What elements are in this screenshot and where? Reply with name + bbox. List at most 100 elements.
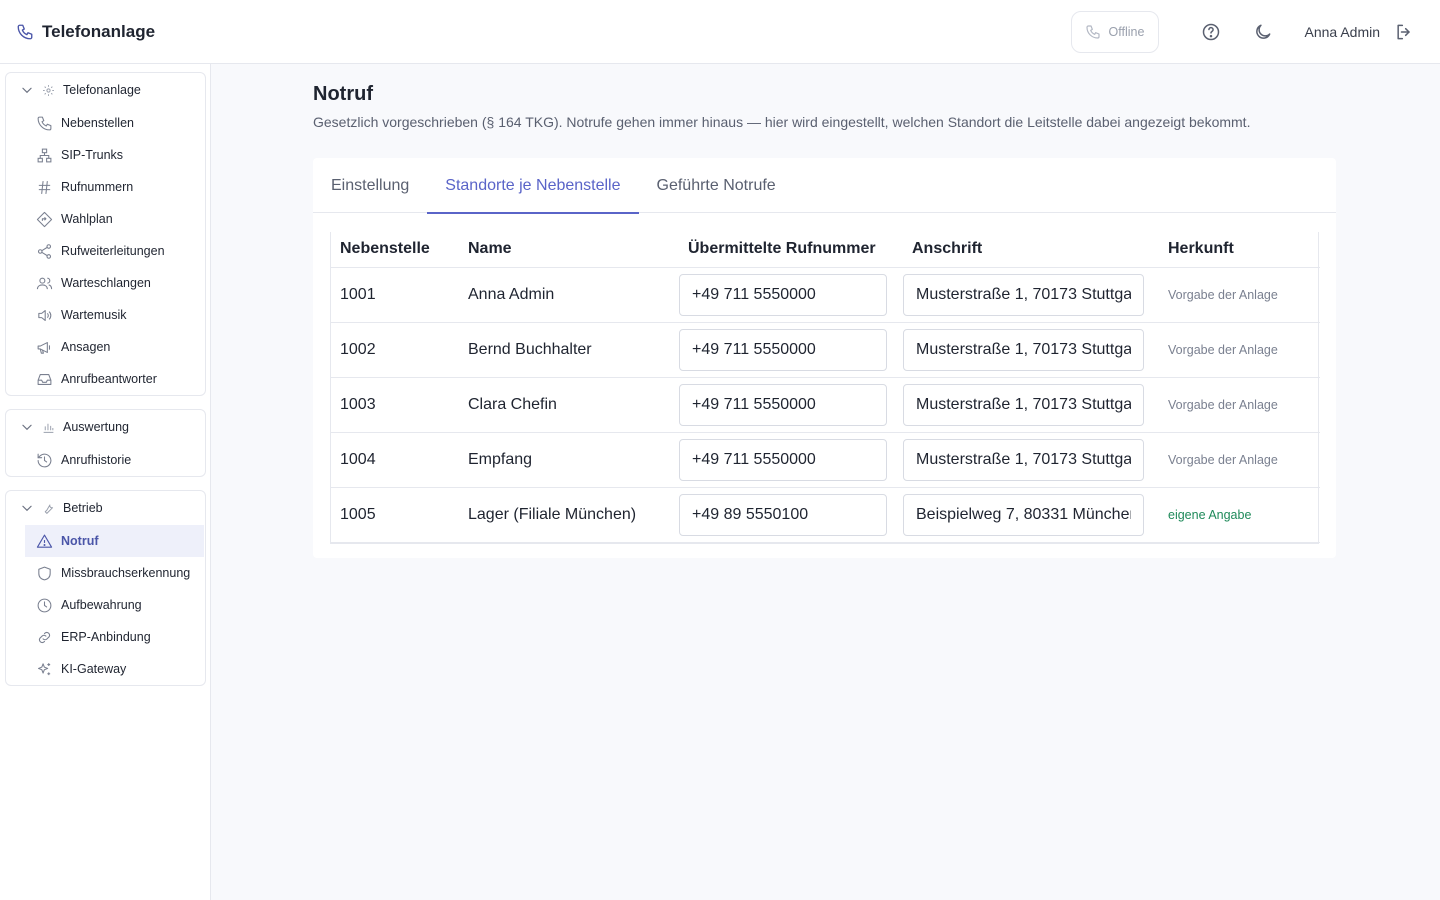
column-header-rufnummer: Übermittelte Rufnummer (679, 232, 903, 268)
content-card: Einstellung Standorte je Nebenstelle Gef… (313, 158, 1336, 558)
sidebar-item-wartemusik[interactable]: Wartemusik (25, 299, 204, 331)
sidebar-group-header[interactable]: Betrieb (6, 491, 205, 525)
column-header-anschrift: Anschrift (903, 232, 1159, 268)
tab-bar: Einstellung Standorte je Nebenstelle Gef… (313, 158, 1336, 214)
table-row: 1005 Lager (Filiale München) eigene Anga… (331, 487, 1320, 543)
chevron-down-icon (22, 87, 32, 94)
table-row: 1002 Bernd Buchhalter Vorgabe der Anlage (331, 322, 1320, 378)
sidebar-item-warteschlangen[interactable]: Warteschlangen (25, 267, 204, 299)
sidebar-item-ki-gateway[interactable]: KI-Gateway (25, 653, 204, 685)
sidebar-item-label: Nebenstellen (61, 116, 134, 130)
connection-status-button[interactable]: Offline (1070, 11, 1159, 53)
link-icon (38, 631, 51, 643)
phone-icon (1085, 25, 1100, 39)
page-subtitle: Gesetzlich vorgeschrieben (§ 164 TKG). N… (313, 114, 1251, 130)
moon-icon[interactable] (1253, 22, 1273, 42)
tab-standorte-je-nebenstelle[interactable]: Standorte je Nebenstelle (427, 158, 639, 214)
sidebar-item-notruf[interactable]: Notruf (25, 525, 204, 557)
origin-label: Vorgabe der Anlage (1168, 287, 1278, 302)
user-name[interactable]: Anna Admin (1305, 24, 1381, 40)
bar-chart-icon (43, 423, 54, 433)
sidebar-item-label: Rufnummern (61, 180, 134, 194)
name-cell: Anna Admin (459, 267, 679, 323)
connection-status-label: Offline (1108, 25, 1145, 39)
sidebar-item-wahlplan[interactable]: Wahlplan (25, 203, 204, 235)
shield-icon (38, 566, 51, 580)
sidebar-item-erp-anbindung[interactable]: ERP-Anbindung (25, 621, 204, 653)
number-input[interactable] (679, 273, 887, 316)
sidebar-item-anrufbeantworter[interactable]: Anrufbeantworter (25, 363, 204, 395)
warning-icon (36, 534, 53, 548)
origin-cell: Vorgabe der Anlage (1159, 267, 1320, 323)
tab-einstellung[interactable]: Einstellung (313, 158, 427, 213)
brand[interactable]: Telefonanlage (16, 22, 155, 42)
sidebar-item-label: ERP-Anbindung (61, 630, 151, 644)
sidebar-group-auswertung: Auswertung Anrufhistorie (5, 409, 206, 477)
column-header-nebenstelle: Nebenstelle (331, 232, 459, 268)
sidebar-item-label: SIP-Trunks (61, 148, 124, 162)
megaphone-icon (37, 341, 50, 354)
app-title: Telefonanlage (42, 21, 156, 41)
sidebar-item-label: Warteschlangen (61, 276, 151, 290)
sidebar-item-rufnummern[interactable]: Rufnummern (25, 171, 204, 203)
sidebar-item-label: Wahlplan (61, 212, 113, 226)
address-cell (903, 487, 1159, 543)
sidebar-item-rufweiterleitungen[interactable]: Rufweiterleitungen (25, 235, 204, 267)
speaker-icon (38, 309, 52, 321)
origin-label: eigene Angabe (1168, 507, 1252, 522)
sidebar-item-anrufhistorie[interactable]: Anrufhistorie (25, 444, 204, 476)
name-cell: Clara Chefin (459, 377, 679, 433)
address-input[interactable] (903, 328, 1144, 371)
number-input[interactable] (679, 438, 887, 481)
sidebar-group-betrieb: Betrieb Notruf Missbrauchserkennung Aufb… (5, 490, 206, 686)
address-input[interactable] (903, 438, 1144, 481)
sidebar-item-label: Missbrauchserkennung (61, 566, 191, 580)
number-cell (679, 322, 903, 378)
number-cell (679, 267, 903, 323)
table-header-row: Nebenstelle Name Übermittelte Rufnummer … (331, 232, 1320, 268)
gear-icon (43, 84, 54, 96)
origin-cell: Vorgabe der Anlage (1159, 322, 1320, 378)
wrench-icon (44, 503, 54, 514)
sidebar-item-label: Aufbewahrung (61, 598, 142, 612)
number-input[interactable] (679, 493, 887, 536)
number-cell (679, 377, 903, 433)
number-input[interactable] (679, 383, 887, 426)
phone-icon (37, 116, 52, 130)
sidebar-item-aufbewahrung[interactable]: Aufbewahrung (25, 589, 204, 621)
network-icon (37, 148, 52, 162)
sidebar-group-header[interactable]: Telefonanlage (6, 73, 205, 107)
extension-cell: 1003 (331, 377, 459, 433)
clock-icon (37, 598, 52, 612)
sidebar-item-missbrauchserkennung[interactable]: Missbrauchserkennung (25, 557, 204, 589)
address-input[interactable] (903, 493, 1144, 536)
origin-label: Vorgabe der Anlage (1168, 342, 1278, 357)
extension-cell: 1001 (331, 267, 459, 323)
name-cell: Lager (Filiale München) (459, 487, 679, 543)
sidebar-item-label: Rufweiterleitungen (61, 244, 165, 258)
origin-label: Vorgabe der Anlage (1168, 452, 1278, 467)
number-input[interactable] (679, 328, 887, 371)
origin-cell: Vorgabe der Anlage (1159, 432, 1320, 488)
tab-gefuehrte-notrufe[interactable]: Geführte Notrufe (639, 158, 794, 213)
help-icon[interactable] (1201, 22, 1221, 42)
origin-label: Vorgabe der Anlage (1168, 397, 1278, 412)
sidebar-item-sip-trunks[interactable]: SIP-Trunks (25, 139, 204, 171)
number-cell (679, 432, 903, 488)
sidebar-item-nebenstellen[interactable]: Nebenstellen (25, 107, 204, 139)
origin-cell: eigene Angabe (1159, 487, 1320, 543)
sidebar-item-label: Anrufhistorie (61, 453, 132, 467)
history-icon (37, 453, 52, 467)
chevron-down-icon (22, 424, 32, 431)
sparkles-icon (37, 662, 51, 675)
table-row: 1001 Anna Admin Vorgabe der Anlage (331, 267, 1320, 323)
inbox-icon (37, 373, 52, 385)
extension-cell: 1004 (331, 432, 459, 488)
address-input[interactable] (903, 273, 1144, 316)
route-icon (36, 211, 53, 227)
address-input[interactable] (903, 383, 1144, 426)
sidebar-group-header[interactable]: Auswertung (6, 410, 205, 444)
locations-table: Nebenstelle Name Übermittelte Rufnummer … (330, 232, 1320, 544)
logout-icon[interactable] (1394, 22, 1414, 42)
sidebar-item-ansagen[interactable]: Ansagen (25, 331, 204, 363)
